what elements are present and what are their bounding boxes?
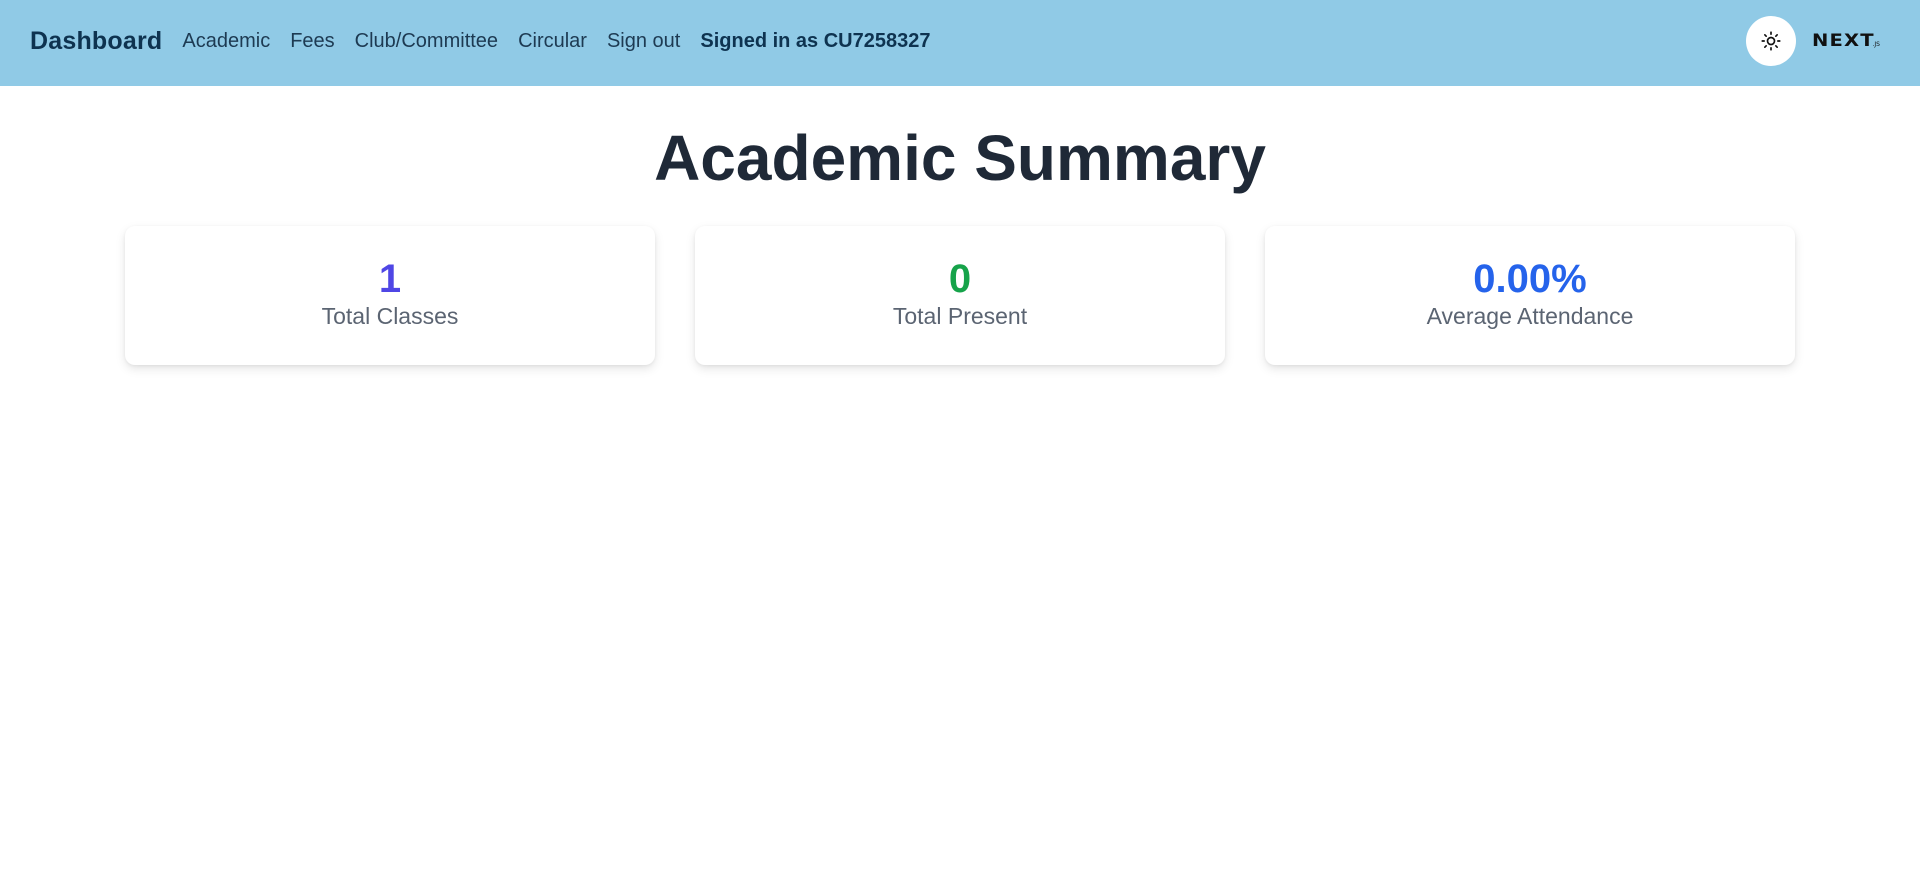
stat-value-average-attendance: 0.00%	[1473, 257, 1587, 301]
dashboard-brand-link[interactable]: Dashboard	[30, 27, 162, 56]
signed-in-status: Signed in as CU7258327	[700, 29, 931, 52]
theme-toggle-button[interactable]	[1745, 16, 1796, 66]
stat-value-total-present: 0	[948, 257, 972, 301]
stat-card-total-classes: 1 Total Classes	[125, 226, 655, 365]
stat-card-average-attendance: 0.00% Average Attendance	[1265, 226, 1795, 365]
stat-value-total-classes: 1	[378, 257, 402, 301]
stat-card-total-present: 0 Total Present	[695, 226, 1225, 365]
page-title: Academic Summary	[654, 122, 1266, 194]
nextjs-logo: NEXT .JS	[1812, 31, 1880, 51]
stats-cards: 1 Total Classes 0 Total Present 0.00% Av…	[125, 226, 1795, 365]
nav-link-fees[interactable]: Fees	[290, 30, 334, 53]
sun-icon	[1761, 31, 1781, 51]
top-navbar: Dashboard Academic Fees Club/Committee C…	[0, 0, 1920, 86]
nav-left-group: Dashboard Academic Fees Club/Committee C…	[30, 0, 930, 82]
nav-link-sign-out[interactable]: Sign out	[607, 30, 680, 53]
logo-main-text: NEXT	[1811, 31, 1875, 51]
nav-link-academic[interactable]: Academic	[182, 30, 270, 53]
stat-label-average-attendance: Average Attendance	[1426, 303, 1634, 329]
nav-link-circular[interactable]: Circular	[518, 30, 587, 53]
nav-link-club-committee[interactable]: Club/Committee	[355, 30, 498, 53]
nav-right-group: NEXT .JS	[1745, 0, 1880, 82]
stat-label-total-classes: Total Classes	[321, 303, 459, 329]
stat-label-total-present: Total Present	[892, 303, 1028, 329]
